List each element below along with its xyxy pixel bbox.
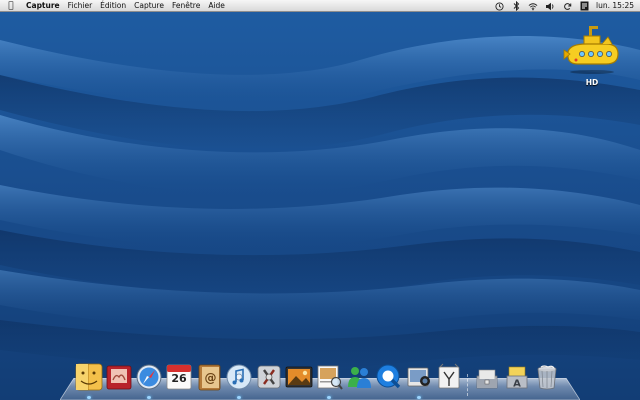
dock-item-iphoto[interactable]	[284, 362, 314, 392]
safari-icon	[136, 364, 162, 390]
time-machine-icon[interactable]	[494, 0, 504, 12]
capture-icon	[407, 367, 430, 387]
running-indicator	[87, 396, 91, 399]
hard-drive-item[interactable]: HD	[556, 22, 628, 87]
hard-drive-label: HD	[585, 78, 599, 87]
dock-item-photo-booth[interactable]	[104, 362, 134, 392]
dock-item-trash[interactable]	[532, 362, 562, 392]
bluetooth-icon[interactable]	[511, 0, 521, 12]
dock-item-safari[interactable]	[134, 362, 164, 399]
svg-text:A: A	[513, 379, 521, 390]
iphoto-icon	[285, 366, 313, 388]
dock-separator[interactable]	[464, 362, 472, 396]
wallpaper	[0, 0, 640, 400]
messenger-icon	[348, 367, 371, 388]
dock-item-address-book[interactable]: @	[194, 362, 224, 392]
menu-aide[interactable]: Aide	[204, 0, 229, 12]
desktop[interactable]:  Capture Fichier Édition Capture Fenêtr…	[0, 0, 640, 400]
dock-item-ical[interactable]: 26	[164, 362, 194, 392]
finder-icon	[75, 363, 103, 391]
menu-fichier[interactable]: Fichier	[64, 0, 97, 12]
app-menu[interactable]: Capture	[22, 0, 64, 12]
running-indicator	[237, 396, 241, 399]
menu-bar:  Capture Fichier Édition Capture Fenêtr…	[0, 0, 640, 12]
photo-booth-icon	[106, 365, 132, 390]
menu-capture[interactable]: Capture	[130, 0, 168, 12]
sync-icon[interactable]	[562, 0, 572, 12]
menu-clock[interactable]: lun. 15:25	[596, 0, 634, 12]
dock-item-finder[interactable]	[74, 362, 104, 399]
system-preferences-icon	[257, 365, 281, 389]
dock-item-applications[interactable]: A	[502, 362, 532, 392]
itunes-icon	[226, 364, 252, 390]
dock-item-quicktime[interactable]	[374, 362, 404, 392]
input-menu-icon[interactable]	[579, 0, 589, 12]
yellow-submarine-icon	[563, 26, 619, 74]
dock-item-itunes[interactable]	[224, 362, 254, 399]
running-indicator	[327, 396, 331, 399]
dock-item-dashboard[interactable]	[434, 362, 464, 392]
dock-item-capture[interactable]	[404, 362, 434, 399]
address-book-icon: @	[198, 364, 221, 391]
trash-icon	[537, 365, 557, 390]
menu-fenetre[interactable]: Fenêtre	[168, 0, 204, 12]
dock-item-documents[interactable]	[472, 362, 502, 392]
dock-item-messenger[interactable]	[344, 362, 374, 392]
wifi-icon[interactable]	[528, 0, 538, 12]
running-indicator	[417, 396, 421, 399]
dock: 26 @ A	[74, 360, 562, 399]
quicktime-icon	[376, 364, 401, 389]
calendar-date: 26	[171, 372, 187, 385]
running-indicator	[147, 396, 151, 399]
menu-edition[interactable]: Édition	[96, 0, 130, 12]
volume-icon[interactable]	[545, 0, 555, 12]
dashboard-icon	[438, 363, 460, 389]
dock-item-preview[interactable]	[314, 362, 344, 399]
apple-menu-icon[interactable]: 	[0, 0, 22, 12]
applications-stack-icon: A	[506, 366, 528, 390]
documents-stack-icon	[476, 369, 498, 389]
svg-text:@: @	[205, 371, 217, 385]
dock-item-system-preferences[interactable]	[254, 362, 284, 392]
status-area: lun. 15:25	[494, 0, 634, 12]
preview-icon	[317, 365, 343, 390]
